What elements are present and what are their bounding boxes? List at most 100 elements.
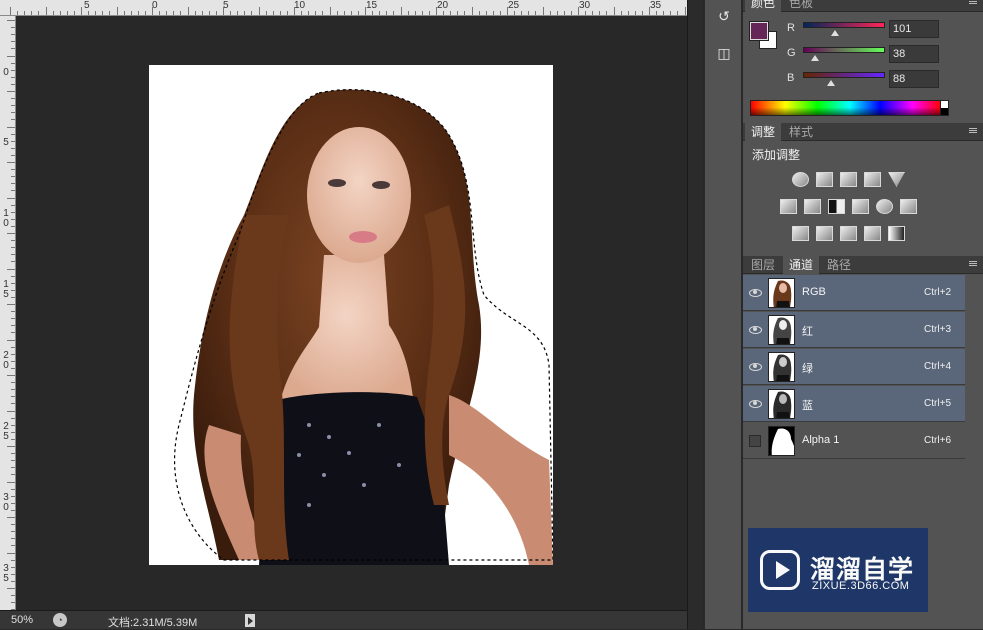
ruler-tick — [11, 559, 15, 561]
ruler-tick — [11, 147, 15, 149]
ruler-tick — [578, 7, 579, 15]
ruler-tick — [11, 169, 15, 171]
red-slider[interactable] — [803, 22, 885, 28]
horizontal-ruler: 5 0 5 10 15 20 25 30 35 — [0, 0, 687, 16]
blue-slider[interactable] — [803, 72, 885, 78]
visibility-eye-icon[interactable] — [749, 323, 762, 335]
ruler-tick — [393, 11, 395, 15]
ruler-label: 25 — [508, 0, 520, 11]
ruler-tick — [585, 11, 587, 15]
channel-row-red[interactable]: 红 Ctrl+3 — [743, 312, 965, 348]
black-white-swatch[interactable] — [940, 100, 949, 116]
ruler-tick — [258, 7, 260, 15]
ruler-label: 30 — [3, 492, 9, 513]
tab-swatches[interactable]: 色板 — [783, 0, 819, 12]
tab-paths[interactable]: 路径 — [821, 256, 857, 274]
status-info-icon[interactable]: ◔ — [53, 613, 67, 627]
ruler-tick — [11, 119, 15, 121]
ruler-label: 15 — [3, 279, 9, 300]
tab-color[interactable]: 颜色 — [745, 0, 782, 12]
exposure-icon[interactable] — [864, 172, 881, 187]
channel-row-blue[interactable]: 蓝 Ctrl+5 — [743, 386, 965, 422]
hue-saturation-icon[interactable] — [780, 199, 797, 214]
ruler-tick — [180, 11, 182, 15]
ruler-tick — [11, 69, 15, 71]
ruler-tick — [251, 11, 253, 15]
ruler-label: 35 — [650, 0, 662, 11]
posterize-icon[interactable] — [816, 226, 833, 241]
ruler-tick — [11, 34, 15, 36]
tab-styles[interactable]: 样式 — [783, 123, 819, 141]
ruler-tick — [11, 353, 15, 355]
invert-icon[interactable] — [792, 226, 809, 241]
color-lookup-icon[interactable] — [900, 199, 917, 214]
threshold-icon[interactable] — [840, 226, 857, 241]
tab-channels[interactable]: 通道 — [783, 256, 820, 274]
channel-mixer-icon[interactable] — [876, 199, 893, 214]
ruler-tick — [11, 318, 15, 320]
curves-icon[interactable] — [840, 172, 857, 187]
visibility-eye-icon[interactable] — [749, 397, 762, 409]
document-canvas[interactable] — [149, 65, 553, 565]
photo-filter-icon[interactable] — [852, 199, 869, 214]
ruler-tick — [11, 396, 15, 398]
zoom-level[interactable]: 50% — [11, 614, 33, 626]
panel-menu-icon[interactable] — [965, 260, 979, 269]
vibrance-icon[interactable] — [888, 172, 905, 187]
ruler-tick — [11, 467, 15, 469]
visibility-eye-icon[interactable] — [749, 286, 762, 298]
visibility-eye-icon[interactable] — [749, 360, 762, 372]
ruler-tick — [11, 254, 15, 256]
ruler-tick — [308, 11, 310, 15]
ruler-tick — [17, 11, 19, 15]
tab-layers[interactable]: 图层 — [745, 256, 781, 274]
blue-slider-thumb[interactable] — [827, 80, 835, 86]
ruler-tick — [7, 446, 15, 447]
ruler-tick — [372, 11, 374, 15]
ruler-tick — [173, 11, 175, 15]
ruler-tick — [549, 11, 551, 15]
ruler-tick — [315, 11, 317, 15]
levels-icon[interactable] — [816, 172, 833, 187]
foreground-color-swatch[interactable] — [749, 21, 769, 41]
ruler-tick — [11, 154, 15, 156]
ruler-tick — [7, 233, 15, 234]
green-value-input[interactable]: 38 — [889, 45, 939, 63]
ruler-tick — [11, 98, 15, 100]
ruler-tick — [11, 296, 15, 298]
channel-row-alpha[interactable]: Alpha 1 Ctrl+6 — [743, 423, 965, 459]
brightness-contrast-icon[interactable] — [792, 172, 809, 187]
ruler-tick — [31, 11, 33, 15]
visibility-toggle-empty[interactable] — [749, 435, 761, 447]
ruler-tick — [7, 126, 15, 128]
black-white-icon[interactable] — [828, 199, 845, 214]
red-value-input[interactable]: 101 — [889, 20, 939, 38]
selective-color-icon[interactable] — [864, 226, 881, 241]
ruler-tick — [11, 538, 15, 540]
panel-menu-icon[interactable] — [965, 127, 979, 136]
history-icon[interactable]: ↺ — [712, 5, 736, 27]
ruler-tick — [464, 11, 466, 15]
color-spectrum-bar[interactable] — [750, 100, 942, 116]
ruler-tick — [7, 91, 15, 92]
panel-menu-icon[interactable] — [965, 0, 979, 7]
ruler-tick — [606, 11, 608, 15]
green-slider-thumb[interactable] — [811, 55, 819, 61]
3d-cube-icon[interactable]: ◫ — [712, 42, 736, 64]
ruler-tick — [379, 11, 381, 15]
color-balance-icon[interactable] — [804, 199, 821, 214]
channel-row-green[interactable]: 绿 Ctrl+4 — [743, 349, 965, 385]
red-slider-thumb[interactable] — [831, 30, 839, 36]
vertical-scrollbar[interactable] — [687, 0, 703, 629]
ruler-tick — [59, 11, 61, 15]
green-slider[interactable] — [803, 47, 885, 53]
ruler-tick — [11, 453, 15, 455]
blue-value-input[interactable]: 88 — [889, 70, 939, 88]
watermark-logo: 溜溜自学 ZIXUE.3D66.COM — [748, 528, 928, 612]
channel-label-r: R — [787, 22, 795, 34]
channel-row-rgb[interactable]: RGB Ctrl+2 — [743, 275, 965, 311]
status-menu-arrow-icon[interactable] — [245, 614, 255, 627]
ruler-tick — [88, 11, 90, 15]
gradient-map-icon[interactable] — [888, 226, 905, 241]
tab-adjustments[interactable]: 调整 — [745, 123, 782, 141]
